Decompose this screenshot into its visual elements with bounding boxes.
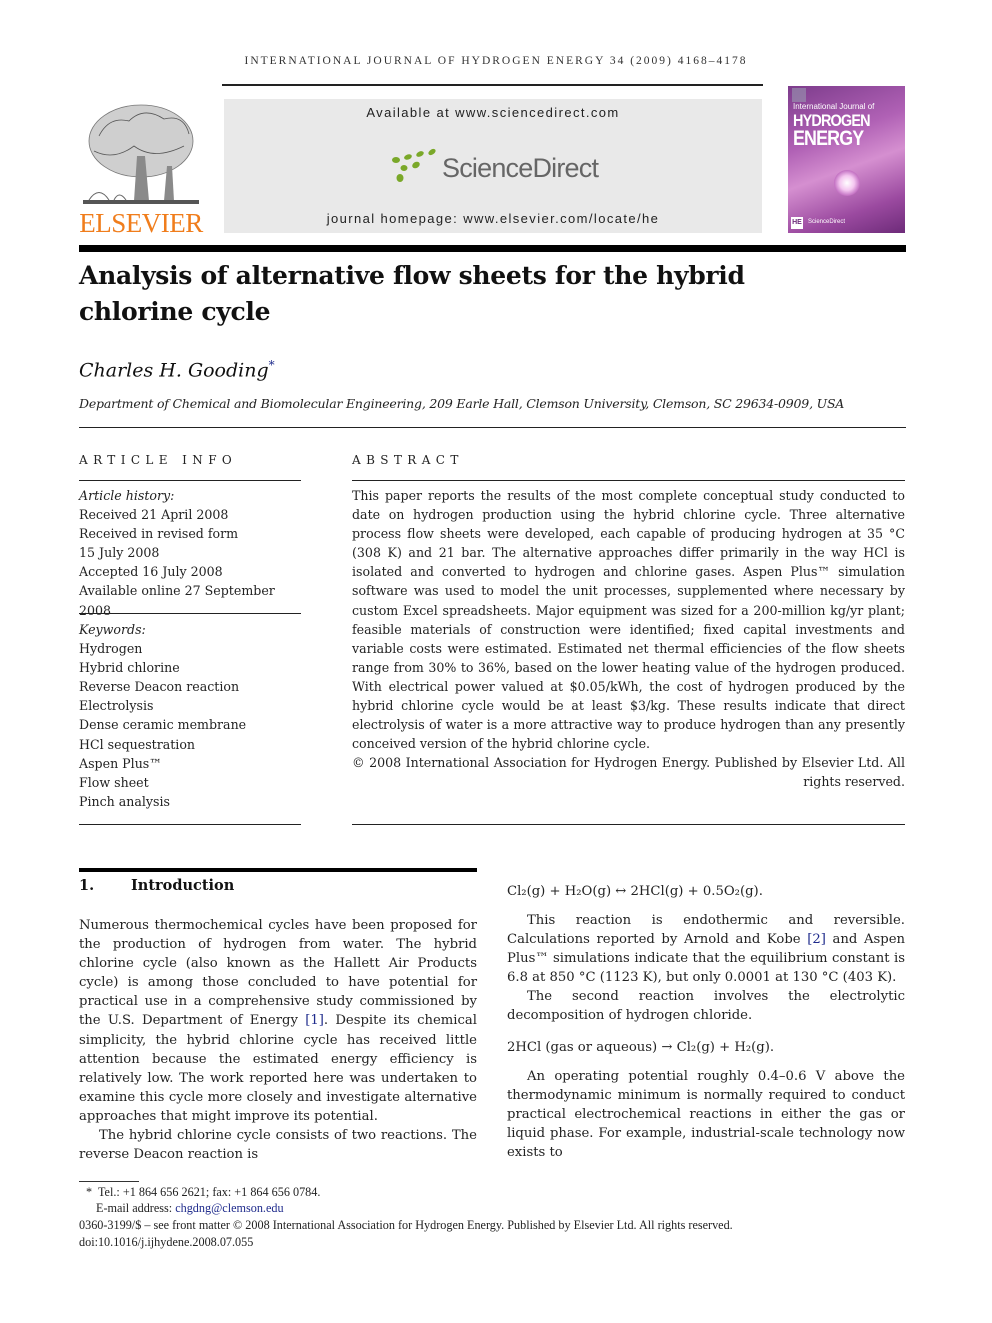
footnote-contact-text: Tel.: +1 864 656 2621; fax: +1 864 656 0… bbox=[97, 1185, 321, 1199]
keyword-item: Pinch analysis bbox=[79, 793, 171, 809]
running-head: INTERNATIONAL JOURNAL OF HYDROGEN ENERGY… bbox=[244, 55, 748, 67]
cover-orb-graphic bbox=[834, 170, 860, 196]
keyword-item: HCl sequestration bbox=[79, 736, 196, 752]
cover-line1: International Journal of bbox=[793, 102, 875, 111]
footnote-divider bbox=[79, 1181, 139, 1182]
section-divider bbox=[79, 868, 477, 872]
email-link[interactable]: chgdng@clemson.edu bbox=[175, 1201, 283, 1215]
equation-reverse-deacon: Cl₂(g) + H₂O(g) ↔ 2HCl(g) + 0.5O₂(g). bbox=[507, 884, 763, 899]
intro-left-column: Numerous thermochemical cycles have been… bbox=[79, 916, 477, 1164]
journal-cover-thumbnail[interactable]: International Journal of HYDROGEN ENERGY… bbox=[788, 86, 905, 233]
header-divider bbox=[222, 84, 763, 86]
keyword-item: Hydrogen bbox=[79, 641, 143, 657]
abstract-text: This paper reports the results of the mo… bbox=[352, 488, 905, 752]
footnote-contact: * Tel.: +1 864 656 2621; fax: +1 864 656… bbox=[86, 1185, 320, 1201]
article-info-heading: ARTICLE INFO bbox=[79, 453, 238, 467]
front-matter: 0360-3199/$ – see front matter © 2008 In… bbox=[79, 1218, 733, 1232]
citation-link-1[interactable]: [1] bbox=[305, 1013, 324, 1028]
abstract-body: This paper reports the results of the mo… bbox=[352, 486, 905, 792]
abstract-divider bbox=[352, 480, 905, 482]
article-info-divider bbox=[79, 480, 301, 482]
affiliation-divider bbox=[79, 427, 906, 429]
footnote-email: E-mail address: chgdng@clemson.edu bbox=[96, 1201, 284, 1217]
cover-badge: HE bbox=[791, 217, 803, 229]
section-heading-introduction: 1. Introduction bbox=[79, 877, 234, 894]
keywords-bottom-divider bbox=[79, 824, 301, 826]
author-name: Charles H. Gooding* bbox=[79, 358, 275, 381]
keyword-item: Electrolysis bbox=[79, 698, 154, 714]
intro-paragraph-3: This reaction is endothermic and reversi… bbox=[507, 911, 905, 987]
section-number: 1. bbox=[79, 877, 95, 894]
keywords-list: Keywords: Hydrogen Hybrid chlorine Rever… bbox=[79, 620, 309, 811]
doi-link[interactable]: doi:10.1016/j.ijhydene.2008.07.055 bbox=[79, 1235, 253, 1251]
intro-paragraph-1: Numerous thermochemical cycles have been… bbox=[79, 916, 477, 1126]
history-item: Received 21 April 2008 bbox=[79, 507, 229, 523]
cover-publisher-icon bbox=[792, 88, 806, 102]
sciencedirect-wordmark: ScienceDirect bbox=[442, 153, 599, 183]
equation-electrolysis: 2HCl (gas or aqueous) → Cl₂(g) + H₂(g). bbox=[507, 1040, 775, 1055]
history-divider bbox=[79, 613, 301, 615]
header-thick-divider bbox=[79, 245, 906, 252]
intro-right-column-2: An operating potential roughly 0.4–0.6 V… bbox=[507, 1067, 905, 1162]
keyword-item: Hybrid chlorine bbox=[79, 660, 180, 676]
history-item: 15 July 2008 bbox=[79, 545, 160, 561]
title-line-1: Analysis of alternative flow sheets for … bbox=[79, 261, 745, 290]
history-label: Article history: bbox=[79, 488, 175, 503]
intro-paragraph-4: The second reaction involves the electro… bbox=[507, 989, 905, 1024]
article-title: Analysis of alternative flow sheets for … bbox=[79, 258, 839, 330]
affiliation: Department of Chemical and Biomolecular … bbox=[79, 396, 845, 411]
keyword-item: Aspen Plus™ bbox=[79, 755, 162, 771]
intro-paragraph-2: The hybrid chlorine cycle consists of tw… bbox=[79, 1128, 477, 1163]
title-line-2: chlorine cycle bbox=[79, 297, 271, 326]
keyword-item: Reverse Deacon reaction bbox=[79, 679, 240, 695]
citation-link-2[interactable]: [2] bbox=[807, 932, 826, 947]
email-label: E-mail address: bbox=[96, 1201, 176, 1215]
cover-footer: ScienceDirect bbox=[808, 219, 846, 225]
intro-p1-text: Numerous thermochemical cycles have been… bbox=[79, 918, 477, 1029]
keyword-item: Flow sheet bbox=[79, 774, 149, 790]
intro-paragraph-5: An operating potential roughly 0.4–0.6 V… bbox=[507, 1069, 905, 1161]
history-item: Accepted 16 July 2008 bbox=[79, 564, 223, 580]
history-item: Received in revised form bbox=[79, 526, 239, 542]
keywords-label: Keywords: bbox=[79, 622, 146, 637]
cover-line3: ENERGY bbox=[793, 127, 864, 150]
elsevier-wordmark: ELSEVIER bbox=[79, 208, 203, 238]
abstract-copyright: © 2008 International Association for Hyd… bbox=[352, 755, 905, 790]
available-at-link[interactable]: Available at www.sciencedirect.com bbox=[224, 105, 762, 120]
footnote-mark: * bbox=[86, 1185, 93, 1199]
article-history: Article history: Received 21 April 2008 … bbox=[79, 486, 309, 620]
intro-right-column-1: This reaction is endothermic and reversi… bbox=[507, 911, 905, 1026]
author-footnote-link[interactable]: * bbox=[269, 358, 275, 372]
section-title: Introduction bbox=[131, 877, 235, 894]
author-text: Charles H. Gooding bbox=[79, 359, 269, 382]
abstract-bottom-divider bbox=[352, 824, 905, 826]
keyword-item: Dense ceramic membrane bbox=[79, 717, 247, 733]
intro-p1-text-cont: . Despite its chemical simplicity, the h… bbox=[79, 1013, 477, 1124]
abstract-heading: ABSTRACT bbox=[352, 453, 464, 467]
journal-homepage-link[interactable]: journal homepage: www.elsevier.com/locat… bbox=[224, 211, 762, 226]
